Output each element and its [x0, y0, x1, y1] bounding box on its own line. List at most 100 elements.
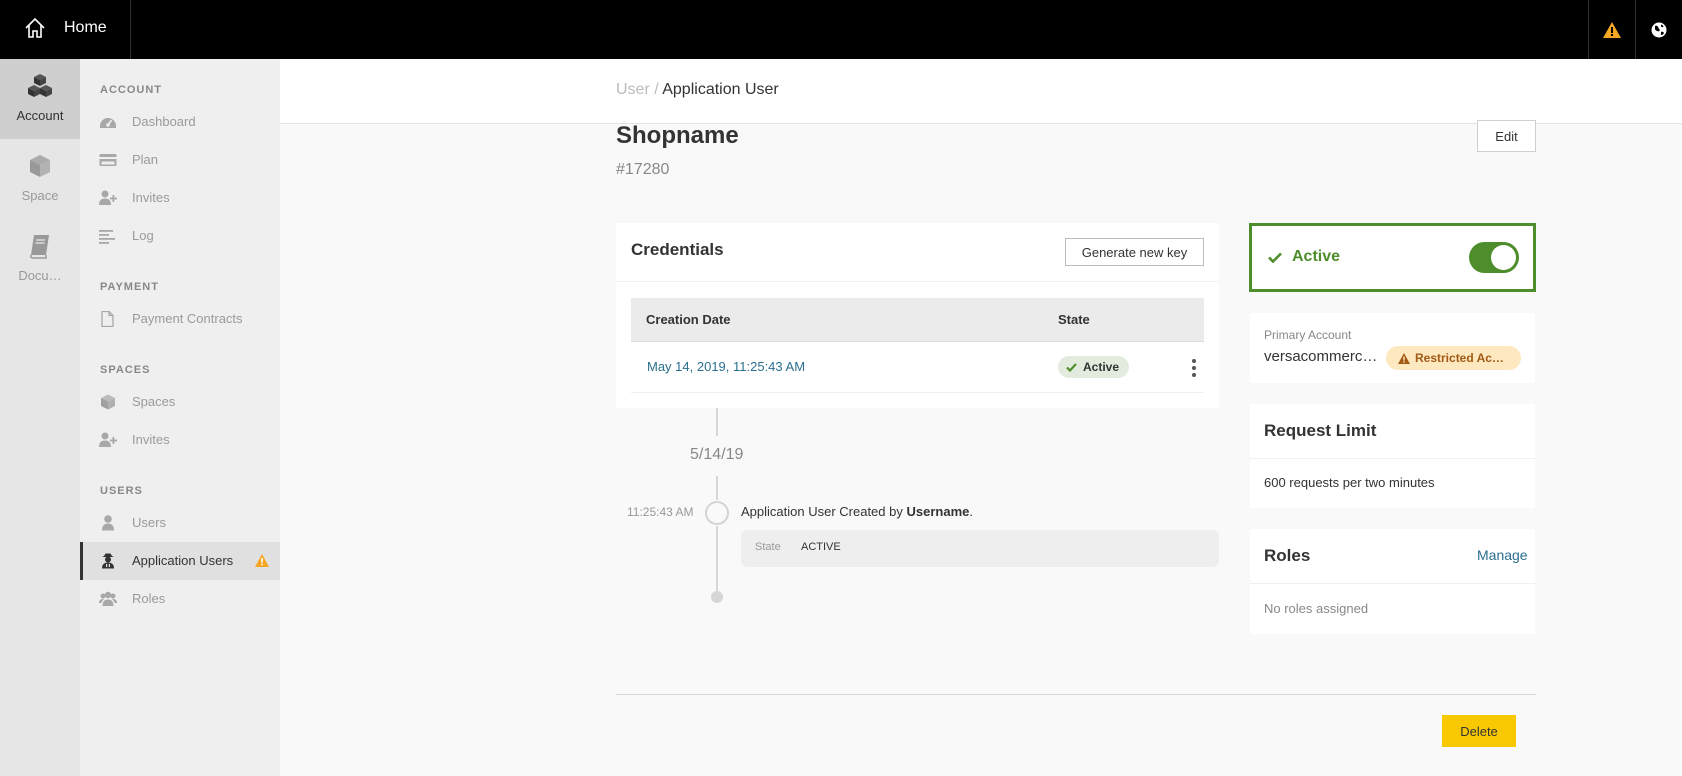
breadcrumb-parent[interactable]: User /	[616, 81, 659, 98]
request-limit-title: Request Limit	[1264, 421, 1377, 440]
sidebar-section-title: ACCOUNT	[100, 84, 162, 96]
globe-icon	[1651, 22, 1667, 37]
sidebar-item-label: Dashboard	[132, 114, 196, 129]
user-secret-icon	[102, 553, 114, 569]
dashboard-icon	[100, 118, 116, 128]
timeline-line	[716, 476, 718, 500]
app-rail: Account Space Docu…	[0, 59, 80, 776]
active-toggle[interactable]	[1469, 242, 1519, 273]
credentials-table: Creation Date State May 14, 2019, 11:25:…	[631, 298, 1204, 393]
restricted-badge-label: Restricted Ac…	[1415, 351, 1504, 365]
delete-button[interactable]: Delete	[1442, 715, 1516, 747]
sidebar-section-title: SPACES	[100, 364, 151, 376]
check-icon	[1066, 362, 1077, 372]
timeline-line	[716, 526, 718, 592]
credential-date-link[interactable]: May 14, 2019, 11:25:43 AM	[647, 359, 805, 374]
cubes-icon	[28, 74, 52, 97]
edit-button[interactable]: Edit	[1477, 120, 1536, 152]
book-icon	[30, 235, 49, 259]
sidebar-item-invites[interactable]: Invites	[80, 179, 280, 217]
home-link[interactable]: Home	[0, 0, 131, 59]
credentials-title: Credentials	[631, 240, 724, 259]
timeline-event-prefix: Application User Created by	[741, 504, 907, 519]
status-badge: Active	[1058, 356, 1130, 378]
rail-item-documentation[interactable]: Docu…	[0, 219, 80, 299]
status-badge-label: Active	[1083, 360, 1120, 374]
active-status-card: Active	[1249, 223, 1536, 292]
restricted-badge: Restricted Ac…	[1386, 346, 1521, 370]
page-id: #17280	[616, 161, 670, 178]
divider	[616, 281, 1219, 282]
footer-divider	[616, 694, 1536, 695]
active-status: Active	[1268, 248, 1340, 266]
language-button[interactable]	[1635, 0, 1682, 59]
primary-account-label: Primary Account	[1264, 328, 1352, 342]
cube-icon	[30, 155, 50, 177]
credentials-card: Credentials Generate new key Creation Da…	[616, 223, 1219, 408]
sidebar-item-payment-contracts[interactable]: Payment Contracts	[80, 300, 280, 338]
roles-title: Roles	[1264, 546, 1311, 565]
home-icon	[25, 17, 45, 38]
file-icon	[101, 311, 114, 327]
timeline-date: 5/14/19	[690, 446, 744, 463]
roles-card: Roles Manage No roles assigned	[1250, 529, 1535, 634]
sidebar-item-label: Spaces	[132, 394, 176, 409]
sidebar-section-title: USERS	[100, 485, 143, 497]
timeline-time: 11:25:43 AM	[627, 505, 694, 519]
request-limit-value: 600 requests per two minutes	[1264, 475, 1435, 490]
warning-button[interactable]	[1588, 0, 1635, 59]
roles-empty-text: No roles assigned	[1264, 601, 1369, 616]
primary-account-card: Primary Account versacommerc… Restricted…	[1250, 313, 1535, 383]
timeline-event-suffix: .	[969, 504, 973, 519]
sidebar-item-label: Roles	[132, 591, 166, 606]
more-options-icon[interactable]	[1189, 358, 1199, 378]
user-plus-icon	[99, 190, 117, 205]
timeline-detail-key: State	[755, 541, 781, 553]
sidebar-item-log[interactable]: Log	[80, 217, 280, 255]
check-icon	[1268, 252, 1282, 263]
warning-icon	[1603, 21, 1621, 38]
timeline-detail-value: ACTIVE	[801, 541, 841, 553]
divider	[1250, 458, 1535, 459]
top-bar: Home	[0, 0, 1682, 59]
rail-item-space[interactable]: Space	[0, 139, 80, 219]
sidebar-item-label: Application Users	[132, 553, 234, 568]
sidebar: ACCOUNT Dashboard Plan Invites Log PAYME…	[80, 59, 280, 776]
sidebar-item-application-users[interactable]: Application Users	[80, 542, 280, 580]
manage-roles-link[interactable]: Manage	[1477, 547, 1528, 563]
sidebar-item-label: Users	[132, 515, 166, 530]
sidebar-item-space-invites[interactable]: Invites	[80, 421, 280, 459]
sidebar-section-title: PAYMENT	[100, 281, 159, 293]
generate-key-button[interactable]: Generate new key	[1065, 238, 1204, 266]
timeline-detail: State ACTIVE	[741, 530, 1219, 567]
table-row: May 14, 2019, 11:25:43 AM Active	[631, 342, 1204, 393]
request-limit-card: Request Limit 600 requests per two minut…	[1250, 404, 1535, 508]
user-icon	[102, 515, 114, 531]
sidebar-item-spaces[interactable]: Spaces	[80, 383, 280, 421]
sidebar-item-roles[interactable]: Roles	[80, 580, 280, 618]
rail-item-account[interactable]: Account	[0, 59, 80, 139]
column-header-state: State	[1058, 312, 1090, 327]
timeline-event-text: Application User Created by Username.	[741, 504, 973, 519]
sidebar-item-users[interactable]: Users	[80, 504, 280, 542]
primary-account-value[interactable]: versacommerc…	[1264, 348, 1379, 365]
active-status-label: Active	[1292, 248, 1341, 265]
credit-card-icon	[99, 154, 117, 166]
rail-label: Docu…	[18, 268, 62, 283]
sidebar-item-dashboard[interactable]: Dashboard	[80, 103, 280, 141]
sidebar-item-label: Invites	[132, 432, 170, 447]
warning-icon	[1398, 352, 1410, 364]
users-icon	[99, 591, 117, 606]
breadcrumb-current: Application User	[662, 81, 779, 98]
sidebar-item-label: Payment Contracts	[132, 311, 243, 326]
sidebar-item-label: Invites	[132, 190, 170, 205]
page-header: User / Application User	[280, 59, 1682, 124]
rail-label: Account	[16, 108, 64, 123]
align-left-icon	[99, 230, 115, 244]
divider	[1250, 583, 1535, 584]
sidebar-item-plan[interactable]: Plan	[80, 141, 280, 179]
cube-icon	[101, 394, 115, 410]
toggle-knob	[1491, 245, 1516, 270]
warning-icon	[255, 554, 269, 567]
timeline-event-user: Username	[906, 504, 970, 519]
